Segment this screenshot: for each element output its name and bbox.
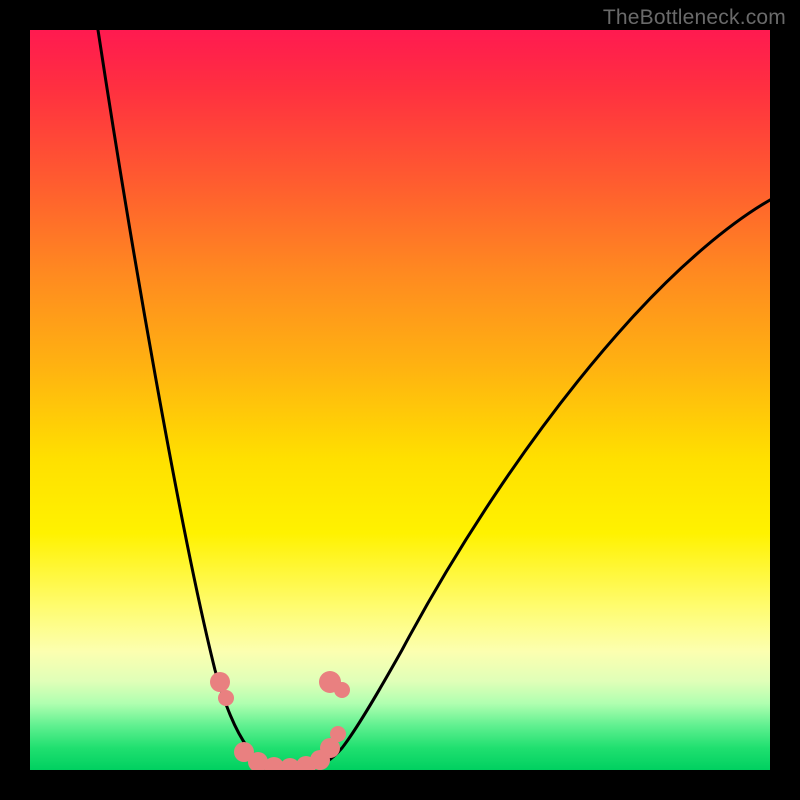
plot-area (30, 30, 770, 770)
v-curve-left (98, 30, 294, 767)
marker-dot (334, 682, 350, 698)
v-curve-right (294, 200, 770, 767)
marker-dot (210, 672, 230, 692)
curve-layer (30, 30, 770, 770)
marker-dot (218, 690, 234, 706)
chart-frame: TheBottleneck.com (0, 0, 800, 800)
marker-dot (330, 726, 346, 742)
marker-dots (210, 671, 350, 770)
watermark-text: TheBottleneck.com (603, 6, 786, 30)
